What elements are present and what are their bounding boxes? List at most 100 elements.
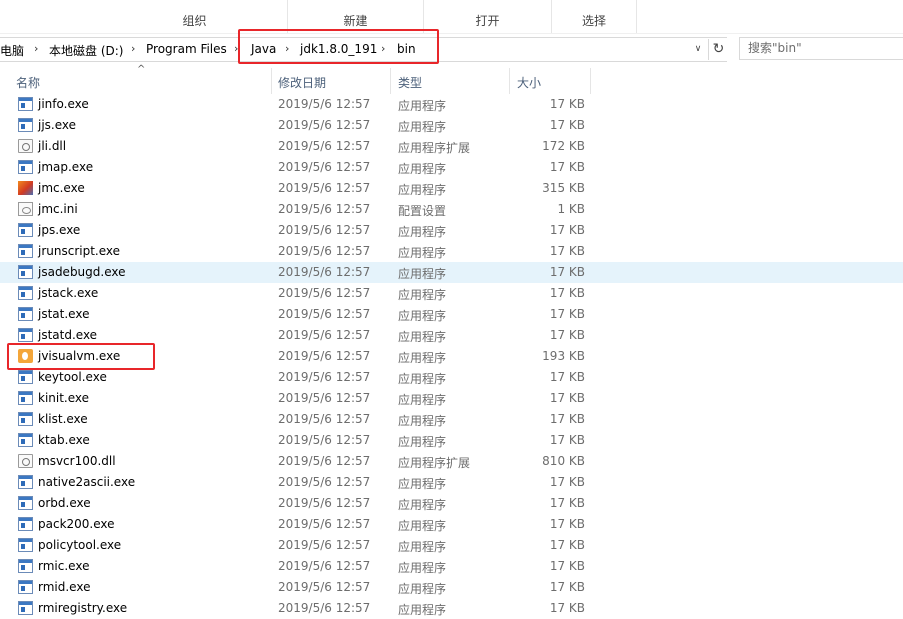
- file-row[interactable]: jjs.exe 2019/5/6 12:57 应用程序 17 KB: [0, 115, 903, 136]
- column-header-name[interactable]: 名称: [0, 68, 271, 96]
- file-name: jps.exe: [38, 223, 81, 237]
- file-size: 17 KB: [549, 517, 585, 531]
- column-header-label: 类型: [398, 76, 423, 90]
- ribbon-group-new[interactable]: 新建: [288, 0, 424, 33]
- file-type: 应用程序: [398, 162, 447, 176]
- file-type: 应用程序: [398, 183, 447, 197]
- file-row[interactable]: keytool.exe 2019/5/6 12:57 应用程序 17 KB: [0, 367, 903, 388]
- refresh-icon[interactable]: ↻: [708, 39, 728, 60]
- breadcrumb-bin[interactable]: bin: [397, 42, 416, 56]
- file-row[interactable]: policytool.exe 2019/5/6 12:57 应用程序 17 KB: [0, 535, 903, 556]
- file-row[interactable]: jps.exe 2019/5/6 12:57 应用程序 17 KB: [0, 220, 903, 241]
- search-box[interactable]: [739, 37, 903, 60]
- file-row[interactable]: kinit.exe 2019/5/6 12:57 应用程序 17 KB: [0, 388, 903, 409]
- file-row[interactable]: rmic.exe 2019/5/6 12:57 应用程序 17 KB: [0, 556, 903, 577]
- file-row[interactable]: jmap.exe 2019/5/6 12:57 应用程序 17 KB: [0, 157, 903, 178]
- file-modified-date: 2019/5/6 12:57: [278, 412, 371, 426]
- ribbon-group-select[interactable]: 选择: [552, 0, 637, 33]
- file-modified-date: 2019/5/6 12:57: [278, 349, 371, 363]
- chevron-right-icon[interactable]: ›: [285, 42, 289, 55]
- file-row[interactable]: jvisualvm.exe 2019/5/6 12:57 应用程序 193 KB: [0, 346, 903, 367]
- file-type: 应用程序: [398, 120, 447, 134]
- breadcrumb-java[interactable]: Java: [251, 42, 276, 56]
- file-row[interactable]: jmc.exe 2019/5/6 12:57 应用程序 315 KB: [0, 178, 903, 199]
- ribbon-group-label: 选择: [581, 14, 606, 28]
- chevron-right-icon[interactable]: ›: [381, 42, 385, 55]
- file-name: ktab.exe: [38, 433, 90, 447]
- exe-icon: [18, 412, 33, 426]
- exe-icon: [18, 307, 33, 321]
- file-type: 应用程序: [398, 519, 447, 533]
- file-row[interactable]: jstack.exe 2019/5/6 12:57 应用程序 17 KB: [0, 283, 903, 304]
- exe-icon: [18, 97, 33, 111]
- file-modified-date: 2019/5/6 12:57: [278, 181, 371, 195]
- chevron-right-icon[interactable]: ›: [234, 42, 238, 55]
- exe-icon: [18, 517, 33, 531]
- ribbon-group-organize[interactable]: 组织: [102, 0, 288, 33]
- file-row[interactable]: msvcr100.dll 2019/5/6 12:57 应用程序扩展 810 KB: [0, 451, 903, 472]
- file-modified-date: 2019/5/6 12:57: [278, 307, 371, 321]
- file-row[interactable]: ktab.exe 2019/5/6 12:57 应用程序 17 KB: [0, 430, 903, 451]
- file-modified-date: 2019/5/6 12:57: [278, 202, 371, 216]
- chevron-right-icon[interactable]: ›: [131, 42, 135, 55]
- exe-icon: [18, 580, 33, 594]
- file-size: 17 KB: [549, 97, 585, 111]
- file-size: 17 KB: [549, 538, 585, 552]
- file-name: pack200.exe: [38, 517, 115, 531]
- breadcrumb-jdk[interactable]: jdk1.8.0_191: [300, 42, 377, 56]
- file-name: jmc.ini: [38, 202, 78, 216]
- file-row[interactable]: pack200.exe 2019/5/6 12:57 应用程序 17 KB: [0, 514, 903, 535]
- file-row[interactable]: klist.exe 2019/5/6 12:57 应用程序 17 KB: [0, 409, 903, 430]
- file-type: 应用程序: [398, 561, 447, 575]
- file-row[interactable]: jsadebugd.exe 2019/5/6 12:57 应用程序 17 KB: [0, 262, 903, 283]
- ribbon-group-label: 打开: [475, 14, 500, 28]
- file-name: keytool.exe: [38, 370, 107, 384]
- file-size: 17 KB: [549, 433, 585, 447]
- file-size: 17 KB: [549, 118, 585, 132]
- file-type: 应用程序: [398, 603, 447, 617]
- file-modified-date: 2019/5/6 12:57: [278, 580, 371, 594]
- address-bar[interactable]: 电脑 › 本地磁盘 (D:) › Program Files › Java › …: [0, 37, 727, 62]
- breadcrumb-local-disk[interactable]: 本地磁盘 (D:): [49, 42, 123, 59]
- column-header-type[interactable]: 类型: [391, 68, 509, 96]
- file-type: 应用程序: [398, 267, 447, 281]
- file-row[interactable]: jstatd.exe 2019/5/6 12:57 应用程序 17 KB: [0, 325, 903, 346]
- file-row[interactable]: rmid.exe 2019/5/6 12:57 应用程序 17 KB: [0, 577, 903, 598]
- file-row[interactable]: jstat.exe 2019/5/6 12:57 应用程序 17 KB: [0, 304, 903, 325]
- column-header-size[interactable]: 大小: [510, 68, 590, 96]
- file-size: 17 KB: [549, 412, 585, 426]
- ribbon-group-open[interactable]: 打开: [424, 0, 552, 33]
- breadcrumb-program-files[interactable]: Program Files: [146, 42, 227, 56]
- file-size: 193 KB: [542, 349, 585, 363]
- file-row[interactable]: jli.dll 2019/5/6 12:57 应用程序扩展 172 KB: [0, 136, 903, 157]
- exe-icon: [18, 433, 33, 447]
- breadcrumb-this-pc[interactable]: 电脑: [0, 42, 24, 59]
- address-history-dropdown-icon[interactable]: ∨: [690, 41, 706, 57]
- file-size: 172 KB: [542, 139, 585, 153]
- file-row[interactable]: native2ascii.exe 2019/5/6 12:57 应用程序 17 KB: [0, 472, 903, 493]
- exe-icon: [18, 160, 33, 174]
- column-header-label: 大小: [517, 76, 542, 90]
- chevron-right-icon[interactable]: ›: [34, 42, 38, 55]
- file-size: 17 KB: [549, 580, 585, 594]
- file-row[interactable]: jinfo.exe 2019/5/6 12:57 应用程序 17 KB: [0, 94, 903, 115]
- search-input[interactable]: [740, 38, 903, 58]
- exe-icon: [18, 559, 33, 573]
- ribbon-divider: [0, 33, 903, 34]
- file-row[interactable]: rmiregistry.exe 2019/5/6 12:57 应用程序 17 KB: [0, 598, 903, 619]
- file-size: 315 KB: [542, 181, 585, 195]
- file-size: 17 KB: [549, 265, 585, 279]
- file-size: 17 KB: [549, 475, 585, 489]
- file-type: 应用程序: [398, 99, 447, 113]
- file-row[interactable]: jrunscript.exe 2019/5/6 12:57 应用程序 17 KB: [0, 241, 903, 262]
- file-name: klist.exe: [38, 412, 88, 426]
- column-divider[interactable]: [590, 68, 591, 94]
- file-type: 应用程序扩展: [398, 141, 471, 155]
- file-row[interactable]: jmc.ini 2019/5/6 12:57 配置设置 1 KB: [0, 199, 903, 220]
- file-row[interactable]: orbd.exe 2019/5/6 12:57 应用程序 17 KB: [0, 493, 903, 514]
- file-name: rmid.exe: [38, 580, 91, 594]
- file-name: jstatd.exe: [38, 328, 98, 342]
- file-modified-date: 2019/5/6 12:57: [278, 559, 371, 573]
- exe-icon: [18, 328, 33, 342]
- column-header-modified[interactable]: 修改日期: [272, 68, 390, 96]
